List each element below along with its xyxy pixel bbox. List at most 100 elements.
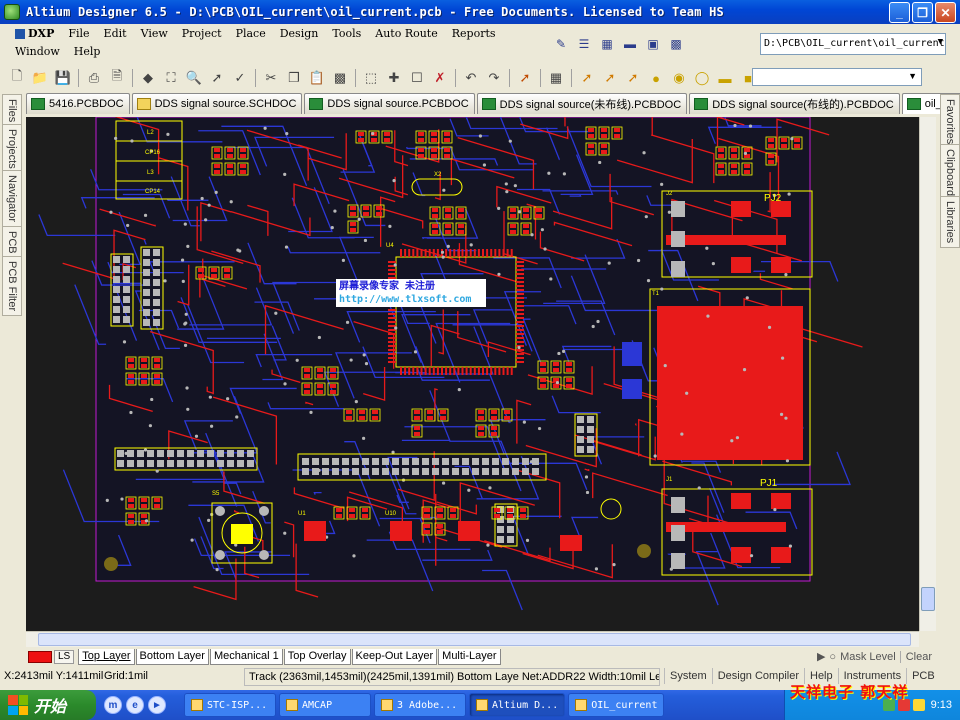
menu-tools[interactable]: Tools [325,25,368,43]
current-layer-swatch[interactable] [28,650,52,663]
move-icon[interactable]: ✚ [383,68,405,88]
menu-help[interactable]: Help [67,43,108,61]
menu-auto-route[interactable]: Auto Route [368,25,445,43]
panel-tab-navigator[interactable]: Navigator [2,170,22,228]
print-icon[interactable]: ⎙ [83,68,105,88]
layer-tab-top-overlay[interactable]: Top Overlay [283,648,351,665]
layer-set-button[interactable]: LS [54,649,75,664]
smd-pad [731,148,737,152]
panel-tab-files[interactable]: Files [2,94,22,128]
panel-pcb-button[interactable]: PCB [906,668,940,684]
qfp-pad [432,249,435,257]
paste-icon[interactable]: 📋 [306,68,328,88]
zoom-filter-icon[interactable]: ✓ [229,68,251,88]
select-tool-icon[interactable]: ▦ [597,35,617,53]
media-icon[interactable]: ► [148,696,166,714]
mask-level-button[interactable]: Mask Level [840,651,896,663]
layer-combo[interactable]: ▼ [752,68,922,86]
save-icon[interactable]: 💾 [52,68,74,88]
doc-tab-dds-pcb[interactable]: DDS signal source.PCBDOC [304,93,475,114]
pcb-editor-canvas[interactable]: PJ2 PJ1 L2 CP16 L3 CP14 T1 X2 U4 U10 U1 … [26,117,919,631]
menu-project[interactable]: Project [175,25,229,43]
panel-tab-projects[interactable]: Projects [2,124,22,174]
layer-tab-keep-out[interactable]: Keep-Out Layer [351,648,438,665]
menu-view[interactable]: View [134,25,175,43]
task-oil-current[interactable]: OIL_current [568,693,665,717]
room-tool-icon[interactable]: ▣ [643,35,663,53]
dimension-tool-icon[interactable]: ▬ [620,35,640,53]
multi-route-icon[interactable]: ➚ [622,68,644,88]
chart-tool-icon[interactable]: ✎ [551,35,571,53]
vertical-scroll-thumb[interactable] [921,587,935,611]
place-arc-icon[interactable]: ◯ [691,68,713,88]
clear-button[interactable]: Clear [899,650,932,663]
close-button[interactable]: ✕ [935,2,956,23]
layer-tab-multi-layer[interactable]: Multi-Layer [438,648,501,665]
panel-tab-libraries[interactable]: Libraries [940,196,960,249]
copy-icon[interactable]: ❐ [283,68,305,88]
undo-icon[interactable]: ↶ [460,68,482,88]
new-file-icon[interactable]: 🗋 [6,68,28,88]
panel-tab-pcb-filter[interactable]: PCB Filter [2,256,22,317]
panel-system-button[interactable]: System [664,668,712,684]
volume-icon[interactable] [912,699,925,711]
browser-icon[interactable]: m [104,696,122,714]
menu-dxp[interactable]: DXP [8,25,61,43]
select-overlap-icon[interactable]: ☐ [406,68,428,88]
zoom-area-icon[interactable]: 🔍 [183,68,205,88]
smd-pad [350,212,356,216]
place-pad-icon[interactable]: ● [645,68,667,88]
layers-3d-icon[interactable]: ◆ [137,68,159,88]
component-library-icon[interactable]: ▦ [545,68,567,88]
altium-app-icon[interactable] [4,4,20,20]
maximize-button[interactable]: ❐ [912,2,933,23]
layer-tab-bottom[interactable]: Bottom Layer [135,648,209,665]
print-preview-icon[interactable]: 🗎 [106,68,128,88]
snap-icon[interactable]: ▶ [817,650,825,663]
layer-tab-mechanical-1[interactable]: Mechanical 1 [209,648,283,665]
task-adobe[interactable]: 3 Adobe... [374,693,466,717]
zoom-selected-icon[interactable]: ➚ [206,68,228,88]
ie-icon[interactable]: e [126,696,144,714]
start-button[interactable]: 开始 [0,690,96,720]
deselect-icon[interactable]: ✗ [429,68,451,88]
document-path-combo[interactable]: D:\PCB\OIL_current\oil_current. ▼ [760,33,946,55]
grid-tool-icon[interactable]: ▩ [666,35,686,53]
minimize-button[interactable]: _ [889,2,910,23]
interactive-route-icon[interactable]: ➚ [576,68,598,88]
doc-tab-dds-sch[interactable]: DDS signal source.SCHDOC [131,93,303,114]
cut-icon[interactable]: ✂ [260,68,282,88]
mask-mode-icon[interactable]: ○ [829,651,836,663]
menu-edit[interactable]: Edit [97,25,134,43]
menu-file[interactable]: File [61,25,96,43]
task-amcap[interactable]: AMCAP [279,693,371,717]
select-area-icon[interactable]: ⬚ [360,68,382,88]
diff-pair-route-icon[interactable]: ➚ [599,68,621,88]
panel-tab-pcb[interactable]: PCB [2,226,22,259]
panel-tab-favorites[interactable]: Favorites [940,94,960,150]
align-tool-icon[interactable]: ☰ [574,35,594,53]
chevron-down-icon[interactable]: ▼ [938,37,943,47]
chevron-down-icon[interactable]: ▼ [908,71,917,81]
menu-design[interactable]: Design [273,25,326,43]
rubber-stamp-icon[interactable]: ▩ [329,68,351,88]
horizontal-scrollbar[interactable] [26,631,919,647]
vertical-scrollbar[interactable] [919,117,936,631]
layer-tab-top[interactable]: Top Layer [78,648,135,665]
panel-tab-clipboard[interactable]: Clipboard [940,144,960,202]
doc-tab-5416[interactable]: 5416.PCBDOC [26,93,130,114]
redo-icon[interactable]: ↷ [483,68,505,88]
task-altium[interactable]: Altium D... [469,693,566,717]
menu-window[interactable]: Window [8,43,67,61]
doc-tab-dds-unrouted[interactable]: DDS signal source(未布线).PCBDOC [476,93,688,114]
doc-tab-dds-routed[interactable]: DDS signal source(布线的).PCBDOC [689,93,900,114]
zoom-fit-icon[interactable]: ⛶ [160,68,182,88]
place-fill-icon[interactable]: ▬ [714,68,736,88]
open-folder-icon[interactable]: 📁 [29,68,51,88]
menu-reports[interactable]: Reports [445,25,503,43]
place-via-icon[interactable]: ◉ [668,68,690,88]
horizontal-scroll-thumb[interactable] [38,633,911,646]
cross-probe-icon[interactable]: ➚ [514,68,536,88]
task-stc-isp[interactable]: STC-ISP... [184,693,276,717]
menu-place[interactable]: Place [229,25,273,43]
